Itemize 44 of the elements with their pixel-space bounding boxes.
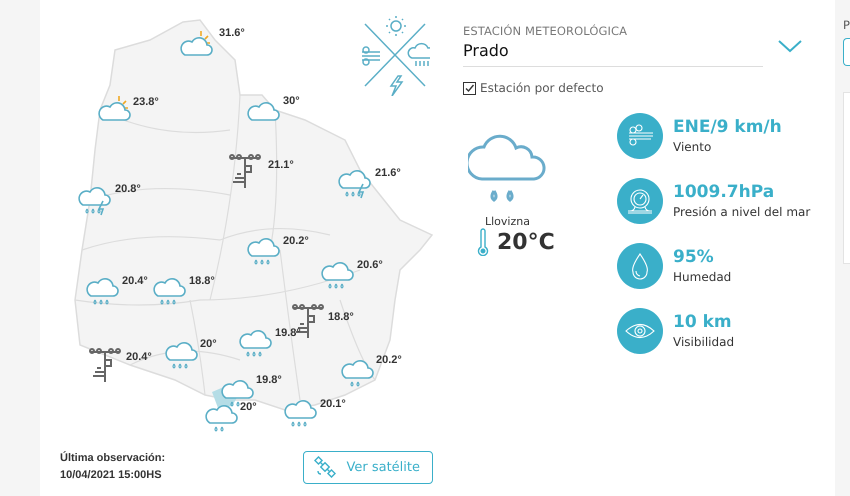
gauge-icon xyxy=(617,178,663,224)
temperature-label: 23.8° xyxy=(133,96,159,108)
metric-label: Humedad xyxy=(673,269,732,286)
station-select-value: Prado xyxy=(463,41,510,60)
current-temperature: 20°C xyxy=(497,230,555,254)
temperature-label: 31.6° xyxy=(219,27,245,39)
temperature-label: 20.2° xyxy=(283,235,309,247)
condition-label: Llovizna xyxy=(485,215,530,228)
temperature-label: 20.4° xyxy=(122,275,148,287)
temperature-label: 18.8° xyxy=(189,275,215,287)
station-select-label: ESTACIÓN METEOROLÓGICA xyxy=(463,24,628,38)
default-station-label: Estación por defecto xyxy=(480,81,604,95)
weather-legend-icon xyxy=(360,14,430,96)
metric-value: 95% xyxy=(673,246,715,268)
temperature-label: 20° xyxy=(240,401,257,413)
chevron-down-icon xyxy=(777,38,803,54)
temperature-label: 21.1° xyxy=(268,159,294,171)
temperature-label: 21.6° xyxy=(375,167,401,179)
observation-label: Última observación: xyxy=(60,450,166,466)
satellite-icon xyxy=(314,456,336,478)
temperature-label: 20.2° xyxy=(376,354,402,366)
metric-value: ENE/9 km/h xyxy=(673,116,782,138)
temperature-label: 20° xyxy=(200,338,217,350)
metric-label: Viento xyxy=(673,139,712,156)
temperature-label: 30° xyxy=(283,95,300,107)
column-label: P xyxy=(843,18,850,32)
eye-icon xyxy=(617,308,663,354)
metric-value: 1009.7hPa xyxy=(673,181,776,203)
water-drop-icon xyxy=(617,243,663,289)
metric-label: Presión a nivel del mar xyxy=(673,204,810,221)
temperature-label: 20.6° xyxy=(357,259,383,271)
observation-time: 10/04/2021 15:00HS xyxy=(60,468,163,483)
temperature-label: 20.4° xyxy=(126,351,152,363)
temperature-label: 20.8° xyxy=(115,183,141,195)
temperature-label: 19.8° xyxy=(275,327,301,339)
default-station-checkbox[interactable] xyxy=(463,82,476,94)
station-select[interactable]: ESTACIÓN METEOROLÓGICA Prado xyxy=(463,24,803,67)
temperature-label: 19.8° xyxy=(256,374,282,386)
temperature-label: 20.1° xyxy=(320,398,346,410)
temperature-label: 18.8° xyxy=(328,311,354,323)
metric-value: 10 km xyxy=(673,311,733,333)
wind-icon xyxy=(617,113,663,159)
thermometer-icon xyxy=(477,228,489,256)
metric-label: Visibilidad xyxy=(673,334,734,351)
